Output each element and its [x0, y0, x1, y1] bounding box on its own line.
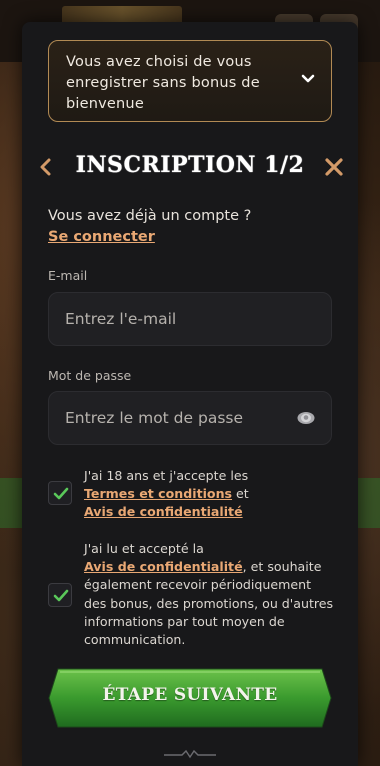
terms-link[interactable]: Termes et conditions — [84, 486, 232, 501]
background-element — [358, 478, 380, 528]
checkmark-icon — [53, 589, 69, 602]
privacy-link[interactable]: Avis de confidentialité — [84, 504, 243, 519]
page-title: INSCRIPTION 1/2 — [75, 152, 305, 178]
bonus-selector[interactable]: Vous avez choisi de vous enregistrer san… — [48, 40, 332, 122]
consent-text: et — [236, 486, 249, 502]
consent-text: J'ai 18 ans et j'accepte les — [84, 468, 249, 483]
login-prompt: Vous avez déjà un compte ? — [48, 208, 252, 224]
background-element — [0, 478, 22, 528]
checkmark-icon — [53, 487, 69, 500]
email-field-box[interactable] — [48, 292, 332, 346]
next-step-label: ÉTAPE SUIVANTE — [102, 685, 278, 705]
next-step-button[interactable]: ÉTAPE SUIVANTE — [48, 668, 332, 728]
email-label: E-mail — [48, 268, 88, 283]
consent-text: J'ai lu et accepté la — [84, 541, 204, 556]
registration-modal: Vous avez choisi de vous enregistrer san… — [22, 22, 358, 766]
eye-icon[interactable] — [297, 411, 315, 425]
ornament-divider — [164, 749, 216, 759]
terms-consent-text: J'ai 18 ans et j'accepte les Termes et c… — [84, 467, 334, 522]
password-label: Mot de passe — [48, 368, 132, 383]
password-field-box[interactable] — [48, 391, 332, 445]
terms-checkbox[interactable] — [48, 481, 72, 505]
privacy-link[interactable]: Avis de confidentialité — [84, 559, 243, 574]
login-link[interactable]: Se connecter — [48, 229, 155, 245]
close-icon[interactable] — [324, 157, 344, 177]
bonus-selector-text: Vous avez choisi de vous enregistrer san… — [66, 54, 260, 112]
modal-header: INSCRIPTION 1/2 — [22, 148, 358, 188]
marketing-checkbox[interactable] — [48, 583, 72, 607]
chevron-down-icon — [301, 74, 315, 83]
marketing-consent-text: J'ai lu et accepté la Avis de confidenti… — [84, 540, 334, 649]
password-field[interactable] — [65, 409, 315, 427]
email-field[interactable] — [65, 310, 315, 328]
